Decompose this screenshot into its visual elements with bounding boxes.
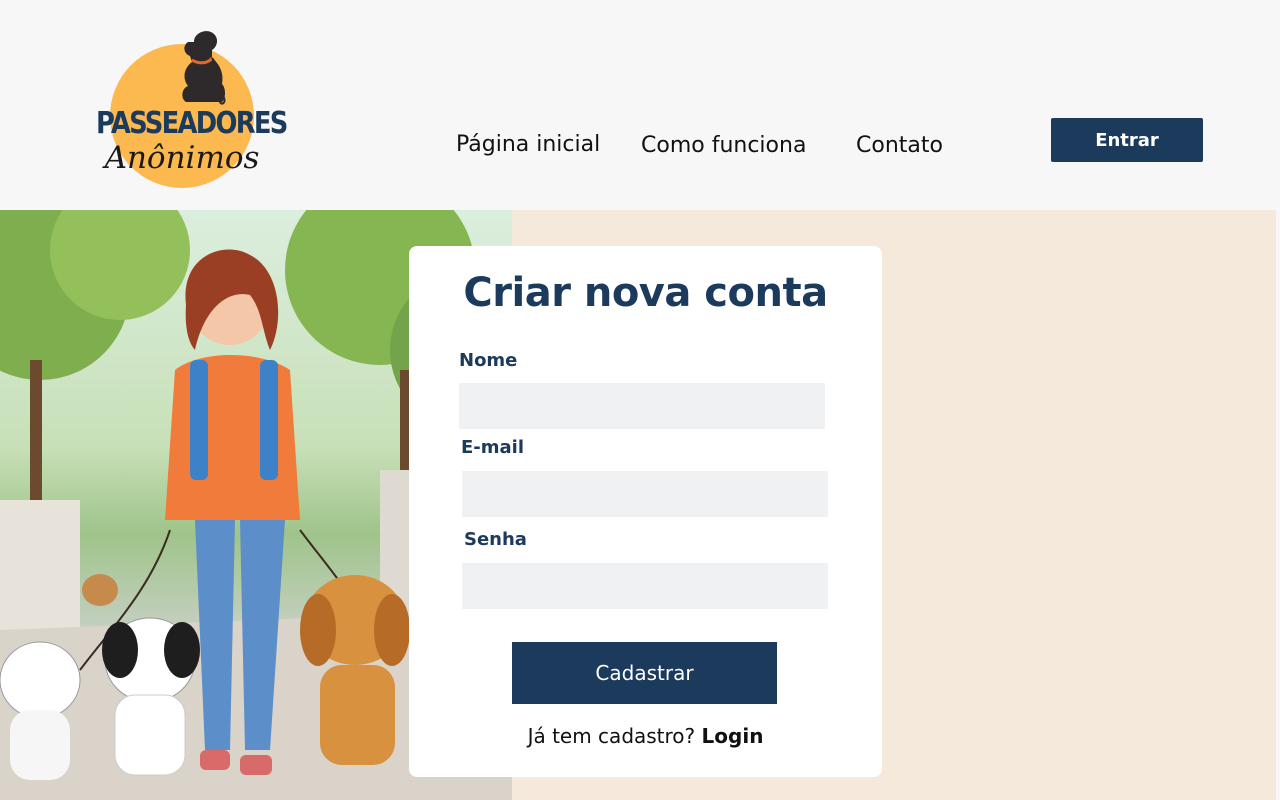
name-input[interactable]: [459, 383, 825, 429]
login-prompt-text: Já tem cadastro?: [527, 724, 696, 748]
card-title: Criar nova conta: [463, 270, 828, 316]
password-label: Senha: [464, 529, 527, 550]
register-button[interactable]: Cadastrar: [512, 642, 777, 704]
signup-card: Criar nova conta Nome E-mail Senha Cadas…: [409, 246, 882, 777]
enter-button[interactable]: Entrar: [1051, 118, 1203, 162]
logo-text-script: Anônimos: [104, 140, 260, 176]
logo-text-main: PASSEADORES: [96, 106, 288, 141]
nav-contact[interactable]: Contato: [856, 133, 943, 158]
header: PASSEADORES Anônimos Página inicial Como…: [0, 0, 1280, 210]
dog-icon: [182, 31, 226, 105]
nav-home[interactable]: Página inicial: [456, 132, 600, 157]
email-label: E-mail: [461, 437, 525, 458]
name-label: Nome: [459, 350, 518, 371]
nav-how-it-works[interactable]: Como funciona: [641, 133, 806, 158]
email-input[interactable]: [462, 471, 828, 517]
login-link[interactable]: Login: [702, 724, 764, 748]
password-input[interactable]: [462, 563, 828, 609]
logo[interactable]: PASSEADORES Anônimos: [82, 28, 288, 193]
login-prompt: Já tem cadastro? Login: [409, 724, 882, 748]
